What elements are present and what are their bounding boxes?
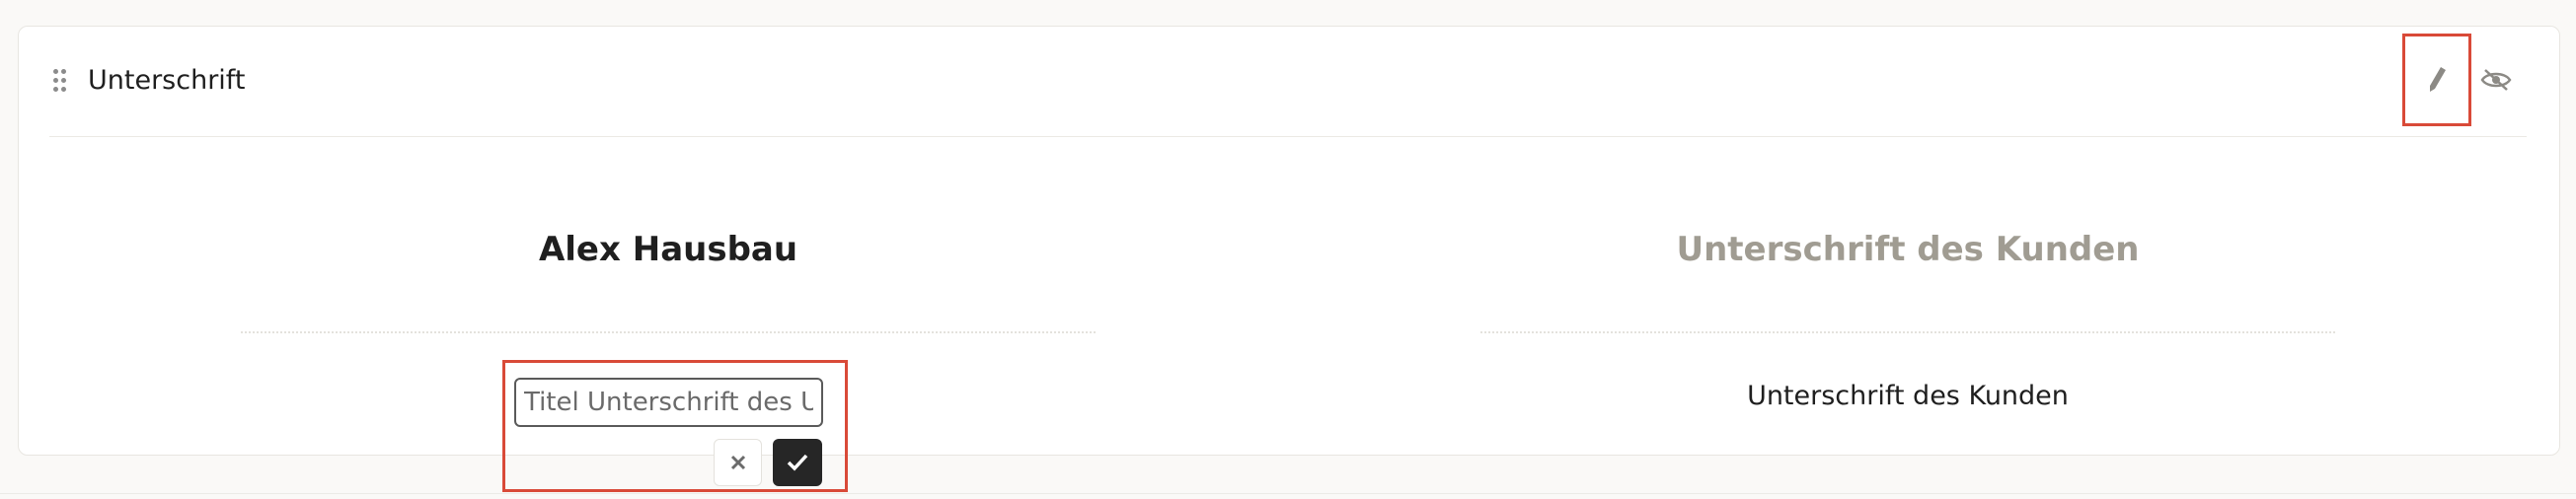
pencil-icon <box>2430 67 2446 92</box>
confirm-button[interactable] <box>773 439 822 486</box>
check-icon <box>787 454 808 471</box>
next-section-edge <box>0 493 2576 494</box>
drag-handle-icon[interactable] <box>53 69 67 93</box>
eye-off-icon <box>2480 69 2512 91</box>
signature-line-company <box>241 331 1096 333</box>
signature-caption-customer: Unterschrift des Kunden <box>1747 381 2069 411</box>
signature-name-company: Alex Hausbau <box>538 230 798 269</box>
signature-title-input[interactable] <box>514 378 823 427</box>
cancel-button[interactable] <box>714 439 762 486</box>
hide-button[interactable] <box>2479 63 2513 97</box>
header-divider <box>49 136 2527 137</box>
section-title: Unterschrift <box>88 65 246 96</box>
edit-button[interactable] <box>2402 34 2471 126</box>
signature-line-customer <box>1480 331 2335 333</box>
close-icon <box>730 455 745 470</box>
signature-name-customer: Unterschrift des Kunden <box>1676 230 2140 269</box>
